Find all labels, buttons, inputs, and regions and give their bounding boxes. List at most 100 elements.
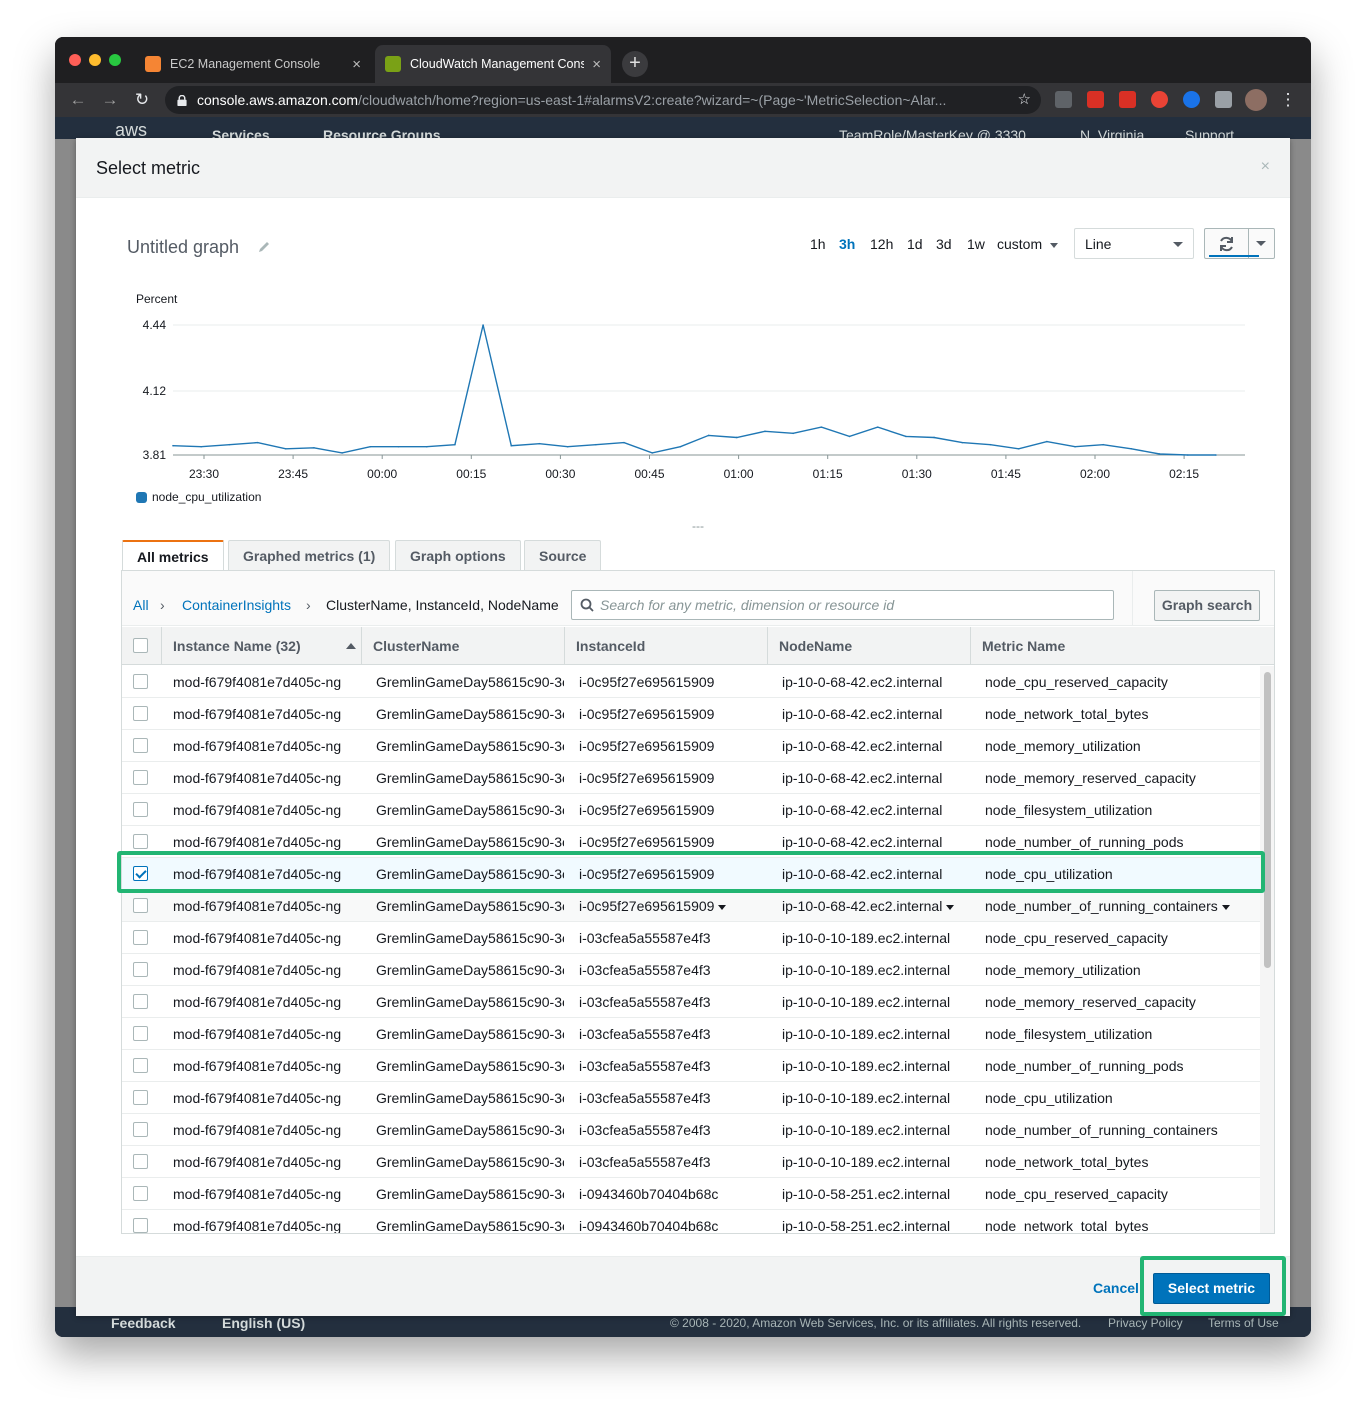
reload-icon[interactable]: ↻: [131, 89, 153, 111]
graph-search-button[interactable]: Graph search: [1154, 590, 1260, 621]
row-checkbox[interactable]: [133, 1058, 148, 1073]
range-12h[interactable]: 12h: [870, 236, 893, 252]
profile-avatar[interactable]: [1245, 89, 1267, 111]
browser-tab-cloudwatch[interactable]: CloudWatch Management Cons ×: [375, 45, 611, 83]
refresh-button[interactable]: [1204, 228, 1275, 259]
select-all-checkbox[interactable]: [133, 638, 148, 653]
extension-icon[interactable]: [1055, 91, 1072, 108]
more-menu-icon[interactable]: ⋮: [1277, 89, 1299, 111]
browser-tab-ec2[interactable]: EC2 Management Console ×: [135, 45, 371, 83]
row-checkbox[interactable]: [133, 1154, 148, 1169]
range-3h[interactable]: 3h: [839, 236, 855, 252]
new-tab-button[interactable]: +: [622, 51, 648, 77]
address-bar[interactable]: console.aws.amazon.com /cloudwatch/home?…: [165, 86, 1041, 114]
table-row[interactable]: mod-f679f4081e7d405c-ng GremlinGameDay586…: [122, 1050, 1260, 1082]
row-checkbox[interactable]: [133, 898, 148, 913]
cell-instance-name: mod-f679f4081e7d405c-ng: [173, 730, 341, 762]
extension-icon[interactable]: [1119, 91, 1136, 108]
range-3d[interactable]: 3d: [936, 236, 952, 252]
column-header-cluster-name[interactable]: ClusterName: [362, 627, 565, 665]
search-input[interactable]: [600, 596, 1100, 614]
minimize-window-button[interactable]: [89, 54, 101, 66]
row-checkbox[interactable]: [133, 994, 148, 1009]
row-checkbox[interactable]: [133, 706, 148, 721]
tab-all-metrics[interactable]: All metrics: [122, 540, 224, 571]
table-row[interactable]: mod-f679f4081e7d405c-ng GremlinGameDay586…: [122, 1210, 1260, 1233]
bookmark-star-icon[interactable]: ☆: [1018, 90, 1031, 108]
column-header-node-name[interactable]: NodeName: [768, 627, 971, 665]
tab-source[interactable]: Source: [524, 540, 602, 570]
column-header-instance-name[interactable]: Instance Name (32): [162, 627, 362, 665]
row-checkbox[interactable]: [133, 1186, 148, 1201]
table-row[interactable]: mod-f679f4081e7d405c-ng GremlinGameDay586…: [122, 1114, 1260, 1146]
extension-icon[interactable]: [1151, 91, 1168, 108]
table-row[interactable]: mod-f679f4081e7d405c-ng GremlinGameDay586…: [122, 1082, 1260, 1114]
tab-close-icon[interactable]: ×: [592, 56, 601, 73]
graph-title[interactable]: Untitled graph: [127, 237, 239, 258]
pencil-icon[interactable]: [257, 240, 271, 254]
row-checkbox[interactable]: [133, 674, 148, 689]
language-selector[interactable]: English (US): [222, 1315, 305, 1331]
table-row[interactable]: mod-f679f4081e7d405c-ng GremlinGameDay586…: [122, 1178, 1260, 1210]
row-checkbox[interactable]: [133, 930, 148, 945]
row-checkbox[interactable]: [133, 738, 148, 753]
chevron-down-icon[interactable]: [1221, 904, 1230, 910]
view-type-select[interactable]: Line: [1074, 228, 1194, 259]
range-1w[interactable]: 1w: [967, 236, 985, 252]
row-checkbox[interactable]: [133, 962, 148, 977]
range-custom[interactable]: custom: [997, 236, 1059, 252]
row-checkbox[interactable]: [133, 1122, 148, 1137]
range-1d[interactable]: 1d: [907, 236, 923, 252]
breadcrumb-all[interactable]: All: [133, 597, 149, 613]
forward-arrow-icon[interactable]: →: [99, 89, 121, 111]
table-row[interactable]: mod-f679f4081e7d405c-ng GremlinGameDay586…: [122, 1018, 1260, 1050]
back-arrow-icon[interactable]: ←: [67, 89, 89, 111]
breadcrumb-namespace[interactable]: ContainerInsights: [182, 597, 291, 613]
column-header-instance-id[interactable]: InstanceId: [565, 627, 768, 665]
row-checkbox[interactable]: [133, 1218, 148, 1233]
cell-metric-name-text: node_cpu_utilization: [985, 1090, 1113, 1106]
table-row[interactable]: mod-f679f4081e7d405c-ng GremlinGameDay586…: [122, 666, 1260, 698]
table-row[interactable]: mod-f679f4081e7d405c-ng GremlinGameDay586…: [122, 698, 1260, 730]
chart-legend[interactable]: node_cpu_utilization: [136, 490, 261, 504]
table-row[interactable]: mod-f679f4081e7d405c-ng GremlinGameDay586…: [122, 922, 1260, 954]
extension-icon[interactable]: [1183, 91, 1200, 108]
row-checkbox[interactable]: [133, 802, 148, 817]
chevron-down-icon[interactable]: [946, 904, 955, 910]
puzzle-extensions-icon[interactable]: [1215, 91, 1232, 108]
cell-node-name: ip-10-0-68-42.ec2.internal: [782, 666, 942, 698]
range-1h[interactable]: 1h: [810, 236, 826, 252]
table-scrollbar[interactable]: [1260, 666, 1274, 1233]
column-header-metric-name[interactable]: Metric Name: [971, 627, 1274, 665]
close-window-button[interactable]: [69, 54, 81, 66]
chevron-down-icon[interactable]: [1256, 241, 1266, 246]
tab-graph-options[interactable]: Graph options: [395, 540, 521, 570]
tab-close-icon[interactable]: ×: [352, 56, 361, 73]
aws-logo[interactable]: aws: [115, 120, 147, 139]
extension-icon[interactable]: [1087, 91, 1104, 108]
resize-handle[interactable]: ---: [692, 519, 704, 533]
privacy-link[interactable]: Privacy Policy: [1108, 1316, 1183, 1330]
table-row[interactable]: mod-f679f4081e7d405c-ng GremlinGameDay586…: [122, 794, 1260, 826]
table-row[interactable]: mod-f679f4081e7d405c-ng GremlinGameDay586…: [122, 730, 1260, 762]
row-checkbox[interactable]: [133, 1026, 148, 1041]
row-checkbox[interactable]: [133, 834, 148, 849]
row-checkbox[interactable]: [133, 770, 148, 785]
terms-link[interactable]: Terms of Use: [1208, 1316, 1279, 1330]
scrollbar-thumb[interactable]: [1264, 672, 1271, 968]
feedback-link[interactable]: Feedback: [111, 1315, 176, 1331]
maximize-window-button[interactable]: [109, 54, 121, 66]
metric-search-field[interactable]: [571, 590, 1114, 620]
chevron-down-icon[interactable]: [718, 904, 727, 910]
cell-cluster-name-text: GremlinGameDay58615c90-3e: [376, 834, 564, 850]
table-row[interactable]: mod-f679f4081e7d405c-ng GremlinGameDay586…: [122, 1146, 1260, 1178]
table-row[interactable]: mod-f679f4081e7d405c-ng GremlinGameDay586…: [122, 986, 1260, 1018]
close-icon[interactable]: ×: [1261, 158, 1270, 176]
tab-graphed-metrics[interactable]: Graphed metrics (1): [228, 540, 391, 570]
table-row[interactable]: mod-f679f4081e7d405c-ng GremlinGameDay586…: [122, 890, 1260, 922]
row-checkbox[interactable]: [133, 1090, 148, 1105]
cell-metric-name: node_memory_reserved_capacity: [985, 986, 1196, 1018]
table-row[interactable]: mod-f679f4081e7d405c-ng GremlinGameDay586…: [122, 762, 1260, 794]
table-row[interactable]: mod-f679f4081e7d405c-ng GremlinGameDay586…: [122, 954, 1260, 986]
cancel-button[interactable]: Cancel: [1093, 1280, 1139, 1296]
